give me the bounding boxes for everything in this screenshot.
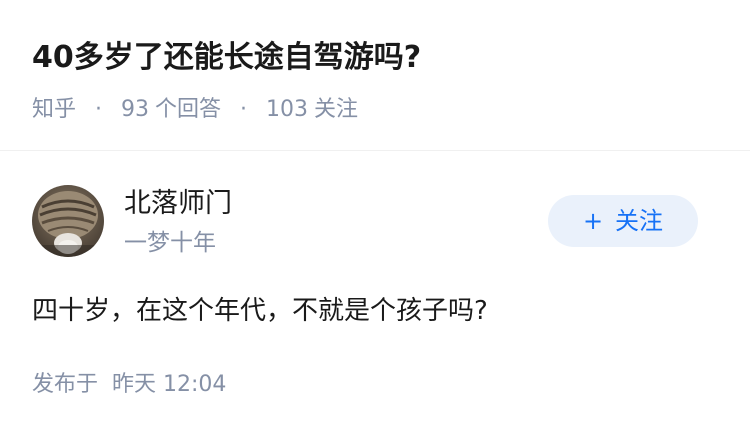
follower-count-link[interactable]: 103 关注 bbox=[266, 97, 358, 122]
published-label: 发布于 bbox=[32, 372, 99, 397]
answer-content[interactable]: 四十岁，在这个年代，不就是个孩子吗? bbox=[32, 291, 488, 331]
author-bio: 一梦十年 bbox=[124, 230, 216, 256]
plus-icon: + bbox=[582, 207, 604, 235]
answer-count: 93 bbox=[121, 97, 150, 122]
published-time: 昨天 12:04 bbox=[112, 372, 227, 397]
answer-count-label: 个回答 bbox=[155, 97, 222, 122]
answer-time: 发布于 昨天 12:04 bbox=[32, 369, 226, 401]
author-avatar[interactable] bbox=[32, 185, 104, 257]
answer-count-link[interactable]: 93 个回答 bbox=[121, 97, 228, 122]
question-meta: 知乎 · 93 个回答 · 103 关注 bbox=[32, 94, 358, 126]
question-header: 40多岁了还能长途自驾游吗? 知乎 · 93 个回答 · 103 关注 bbox=[0, 0, 750, 150]
meta-separator: · bbox=[240, 97, 248, 122]
follower-count-label: 关注 bbox=[314, 97, 359, 122]
author-name[interactable]: 北落师门 bbox=[124, 185, 232, 223]
question-title[interactable]: 40多岁了还能长途自驾游吗? bbox=[32, 36, 421, 80]
source-label[interactable]: 知乎 bbox=[32, 97, 76, 122]
meta-separator: · bbox=[95, 97, 103, 122]
follow-button-label: 关注 bbox=[615, 207, 664, 235]
follow-button[interactable]: + 关注 bbox=[548, 195, 698, 247]
cat-photo-avatar-icon bbox=[32, 185, 104, 257]
follower-count: 103 bbox=[266, 97, 309, 122]
answer-card: 北落师门 一梦十年 + 关注 四十岁，在这个年代，不就是个孩子吗? 发布于 昨天 1… bbox=[0, 151, 750, 438]
